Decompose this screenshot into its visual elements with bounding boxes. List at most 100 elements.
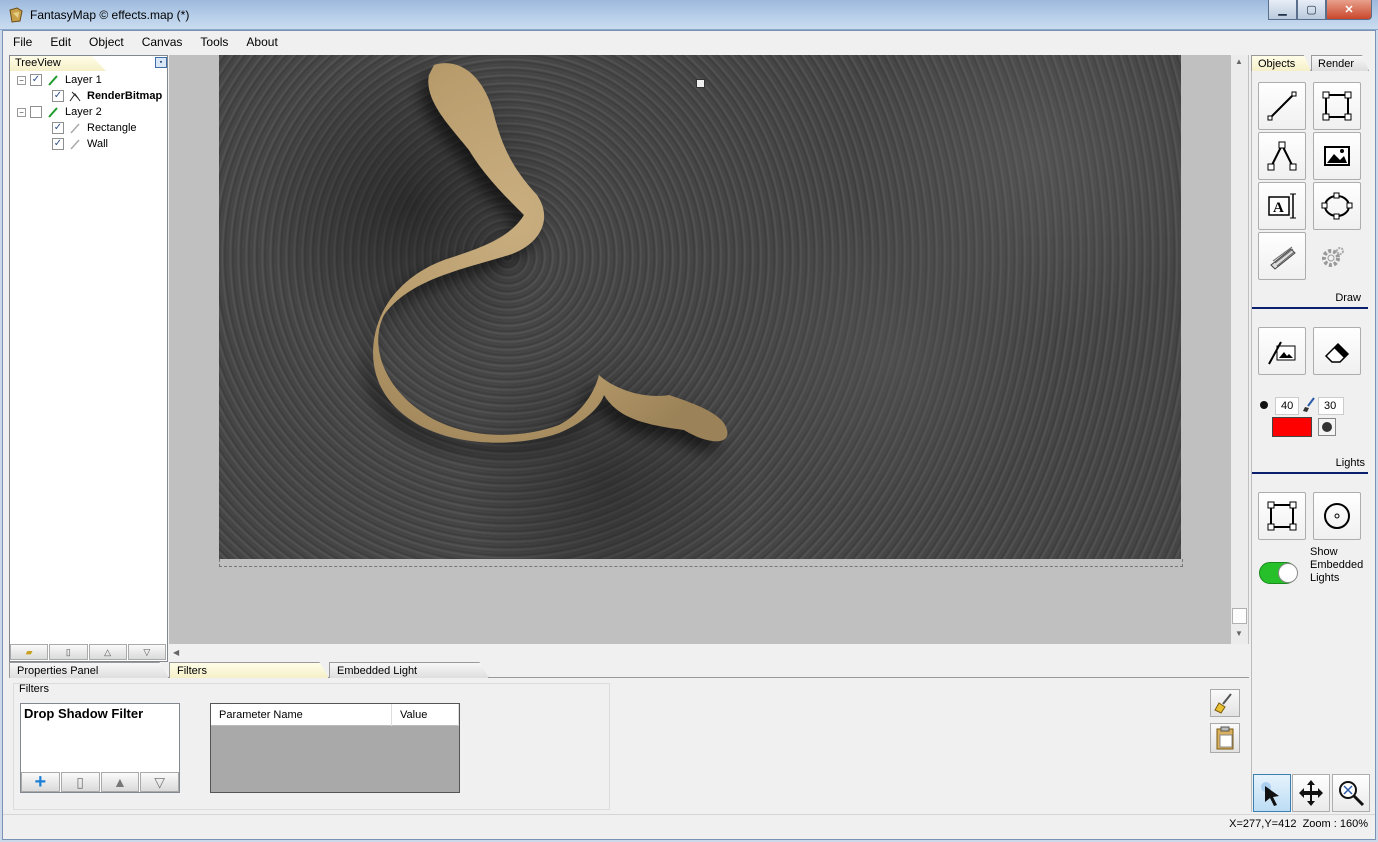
light-circle-icon bbox=[1324, 503, 1350, 529]
paint-bitmap-button[interactable] bbox=[1258, 327, 1306, 375]
add-layer-button[interactable]: ▰ bbox=[10, 644, 49, 660]
pen-icon bbox=[69, 122, 81, 134]
menu-edit[interactable]: Edit bbox=[41, 31, 80, 53]
pan-button[interactable] bbox=[1292, 774, 1330, 812]
text-tool-icon: A bbox=[1268, 193, 1296, 219]
rectangle-checkbox[interactable]: ✓ bbox=[52, 122, 64, 134]
tree-item-wall[interactable]: ✓ Wall bbox=[52, 136, 108, 152]
gear-icon[interactable] bbox=[1320, 244, 1346, 270]
layer-2-checkbox[interactable] bbox=[30, 106, 42, 118]
delete-layer-button[interactable]: ▯ bbox=[49, 644, 88, 660]
menu-object[interactable]: Object bbox=[80, 31, 133, 53]
rect-light-button[interactable] bbox=[1258, 492, 1306, 540]
maximize-button[interactable]: ▢ bbox=[1297, 0, 1326, 20]
svg-text:A: A bbox=[1273, 200, 1284, 216]
vertical-scroll-thumb[interactable] bbox=[1232, 608, 1247, 624]
menu-canvas[interactable]: Canvas bbox=[133, 31, 192, 53]
brush-icon bbox=[1214, 693, 1232, 714]
scroll-left-icon[interactable]: ◀ bbox=[173, 648, 179, 657]
menu-about[interactable]: About bbox=[237, 31, 286, 53]
bottom-tabs: Properties Panel Filters Embedded Light bbox=[9, 662, 1249, 678]
zoom-button[interactable] bbox=[1332, 774, 1370, 812]
clean-button[interactable] bbox=[1210, 689, 1240, 717]
toggle-knob[interactable] bbox=[1278, 563, 1298, 583]
horizontal-scrollbar[interactable]: ◀ bbox=[169, 644, 1249, 662]
tree-item-rectangle[interactable]: ✓ Rectangle bbox=[52, 120, 137, 136]
menu-bar: File Edit Object Canvas Tools About bbox=[4, 31, 1374, 53]
pointer-button[interactable] bbox=[1253, 774, 1291, 812]
renderbitmap-checkbox[interactable]: ✓ bbox=[52, 90, 64, 102]
eraser-icon bbox=[1324, 342, 1350, 363]
delete-filter-button[interactable]: ▯ bbox=[60, 772, 100, 792]
menu-file[interactable]: File bbox=[4, 31, 41, 53]
rect-tool-icon bbox=[1322, 91, 1352, 121]
menu-tools[interactable]: Tools bbox=[191, 31, 237, 53]
brush-hardness-input[interactable]: 30 bbox=[1318, 397, 1344, 415]
title-bar bbox=[0, 0, 1378, 30]
draw-divider bbox=[1252, 307, 1368, 309]
vertical-scrollbar[interactable]: ▲ ▼ bbox=[1231, 55, 1248, 644]
tab-properties-panel[interactable]: Properties Panel bbox=[9, 662, 169, 678]
tab-objects[interactable]: Objects bbox=[1251, 55, 1311, 71]
tab-render[interactable]: Render bbox=[1311, 55, 1369, 71]
move-down-button[interactable]: ▽ bbox=[127, 644, 166, 660]
lights-divider bbox=[1252, 472, 1368, 474]
tab-filters[interactable]: Filters bbox=[169, 662, 329, 678]
move-up-button[interactable]: △ bbox=[88, 644, 127, 660]
parameter-table-header: Parameter Name Value bbox=[211, 704, 459, 726]
tab-treeview[interactable]: TreeView bbox=[10, 56, 106, 71]
canvas-border bbox=[219, 559, 1183, 567]
collapse-icon[interactable]: − bbox=[17, 107, 26, 117]
scroll-down-icon[interactable]: ▼ bbox=[1235, 629, 1243, 638]
window-controls: ▁ ▢ ✕ bbox=[1268, 0, 1372, 20]
filter-up-button[interactable]: ▲ bbox=[100, 772, 140, 792]
column-value[interactable]: Value bbox=[392, 704, 459, 726]
window-title: FantasyMap © effects.map (*) bbox=[30, 8, 190, 22]
tab-embedded-light[interactable]: Embedded Light bbox=[329, 662, 489, 678]
filter-down-button[interactable]: ▽ bbox=[140, 772, 179, 792]
sand-shape bbox=[373, 63, 728, 443]
up-icon: ▲ bbox=[112, 774, 127, 790]
tree-item-renderbitmap[interactable]: ✓ RenderBitmap bbox=[52, 88, 162, 104]
brush-size-input[interactable]: 40 bbox=[1275, 397, 1299, 415]
rectangle-tool-button[interactable] bbox=[1313, 82, 1361, 130]
tree-item-label: RenderBitmap bbox=[87, 90, 163, 102]
wall-tool-button[interactable] bbox=[1258, 232, 1306, 280]
pointer-icon bbox=[1261, 782, 1279, 806]
eraser-button[interactable] bbox=[1313, 327, 1361, 375]
add-icon: + bbox=[34, 770, 47, 793]
pen-icon bbox=[47, 74, 59, 86]
filter-toolbar: + ▯ ▲ ▽ bbox=[21, 770, 179, 793]
column-parameter-name[interactable]: Parameter Name bbox=[211, 704, 392, 726]
light-color-swatch[interactable] bbox=[1272, 417, 1312, 437]
add-filter-button[interactable]: + bbox=[21, 770, 60, 793]
line-tool-button[interactable] bbox=[1258, 82, 1306, 130]
status-coordinates-zoom: X=277,Y=412 Zoom : 160% bbox=[1229, 818, 1368, 830]
map-canvas[interactable] bbox=[219, 55, 1181, 559]
image-tool-button[interactable] bbox=[1313, 132, 1361, 180]
draw-section-label: Draw bbox=[1335, 292, 1361, 304]
selection-handle[interactable] bbox=[696, 79, 705, 88]
circle-icon bbox=[1322, 422, 1332, 432]
tree-toolbar: ▰ ▯ △ ▽ bbox=[10, 644, 166, 660]
tree-item-layer-1[interactable]: − ✓ Layer 1 bbox=[17, 72, 102, 88]
filter-list-item[interactable]: Drop Shadow Filter bbox=[24, 706, 143, 721]
ellipse-tool-icon bbox=[1321, 192, 1353, 220]
close-button[interactable]: ✕ bbox=[1326, 0, 1372, 20]
brush-icon bbox=[1302, 397, 1316, 413]
ellipse-tool-button[interactable] bbox=[1313, 182, 1361, 230]
down-icon: ▽ bbox=[154, 773, 166, 790]
point-light-button[interactable] bbox=[1313, 492, 1361, 540]
paste-button[interactable] bbox=[1210, 723, 1240, 753]
move-icon bbox=[1299, 780, 1323, 806]
polygon-tool-button[interactable] bbox=[1258, 132, 1306, 180]
light-shape-button[interactable] bbox=[1318, 418, 1336, 436]
pin-icon[interactable]: ▪ bbox=[155, 57, 167, 68]
collapse-icon[interactable]: − bbox=[17, 75, 26, 85]
wall-checkbox[interactable]: ✓ bbox=[52, 138, 64, 150]
layer-1-checkbox[interactable]: ✓ bbox=[30, 74, 42, 86]
tree-item-layer-2[interactable]: − Layer 2 bbox=[17, 104, 102, 120]
scroll-up-icon[interactable]: ▲ bbox=[1235, 57, 1243, 66]
minimize-button[interactable]: ▁ bbox=[1268, 0, 1297, 20]
text-tool-button[interactable]: A bbox=[1258, 182, 1306, 230]
